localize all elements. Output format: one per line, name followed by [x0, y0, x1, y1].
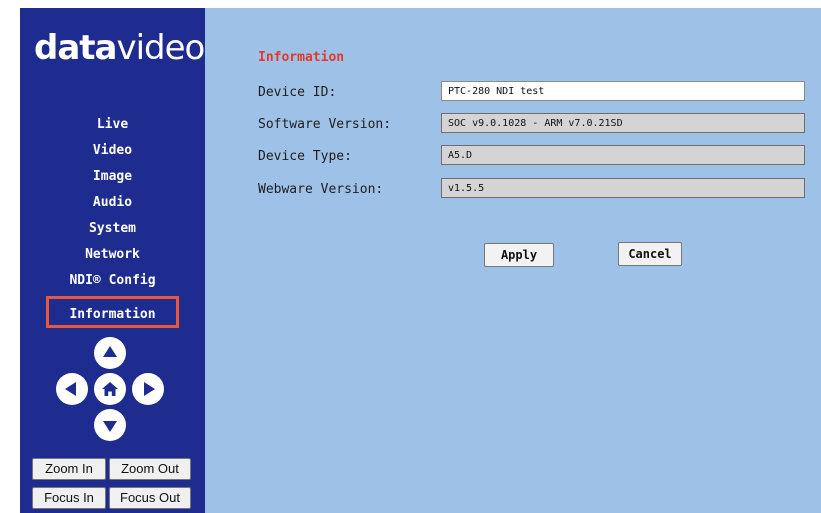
- device-id-label: Device ID:: [258, 85, 337, 100]
- page-title: Information: [258, 50, 345, 65]
- device-id-field[interactable]: [441, 81, 805, 101]
- arrow-down-icon[interactable]: [94, 409, 126, 441]
- logo-light-text: video: [116, 28, 205, 68]
- device-type-field: [441, 145, 805, 165]
- focus-in-button[interactable]: Focus In: [32, 487, 106, 509]
- home-icon[interactable]: [94, 373, 126, 405]
- software-version-label: Software Version:: [258, 117, 392, 132]
- arrow-left-icon[interactable]: [56, 373, 88, 405]
- sidebar-item-audio[interactable]: Audio: [20, 190, 205, 216]
- apply-button[interactable]: Apply: [484, 243, 554, 267]
- main-panel: Information Device ID: Software Version:…: [205, 8, 821, 513]
- arrow-right-icon[interactable]: [132, 373, 164, 405]
- sidebar-nav: Live Video Image Audio System Network ND…: [20, 112, 205, 328]
- webware-version-label: Webware Version:: [258, 182, 384, 197]
- sidebar-item-live[interactable]: Live: [20, 112, 205, 138]
- focus-out-button[interactable]: Focus Out: [109, 487, 191, 509]
- device-type-label: Device Type:: [258, 149, 352, 164]
- zoom-in-button[interactable]: Zoom In: [32, 458, 106, 480]
- arrow-up-icon[interactable]: [94, 337, 126, 369]
- datavideo-logo: datavideo: [34, 28, 205, 68]
- sidebar-item-network[interactable]: Network: [20, 242, 205, 268]
- logo-bold-text: data: [34, 28, 117, 68]
- sidebar: datavideo Live Video Image Audio System …: [20, 8, 205, 513]
- software-version-field: [441, 113, 805, 133]
- zoom-out-button[interactable]: Zoom Out: [109, 458, 191, 480]
- webware-version-field: [441, 178, 805, 198]
- cancel-button[interactable]: Cancel: [618, 242, 682, 266]
- sidebar-item-information[interactable]: Information: [46, 296, 179, 328]
- sidebar-item-image[interactable]: Image: [20, 164, 205, 190]
- sidebar-item-video[interactable]: Video: [20, 138, 205, 164]
- sidebar-item-system[interactable]: System: [20, 216, 205, 242]
- sidebar-item-ndi-config[interactable]: NDI® Config: [20, 268, 205, 294]
